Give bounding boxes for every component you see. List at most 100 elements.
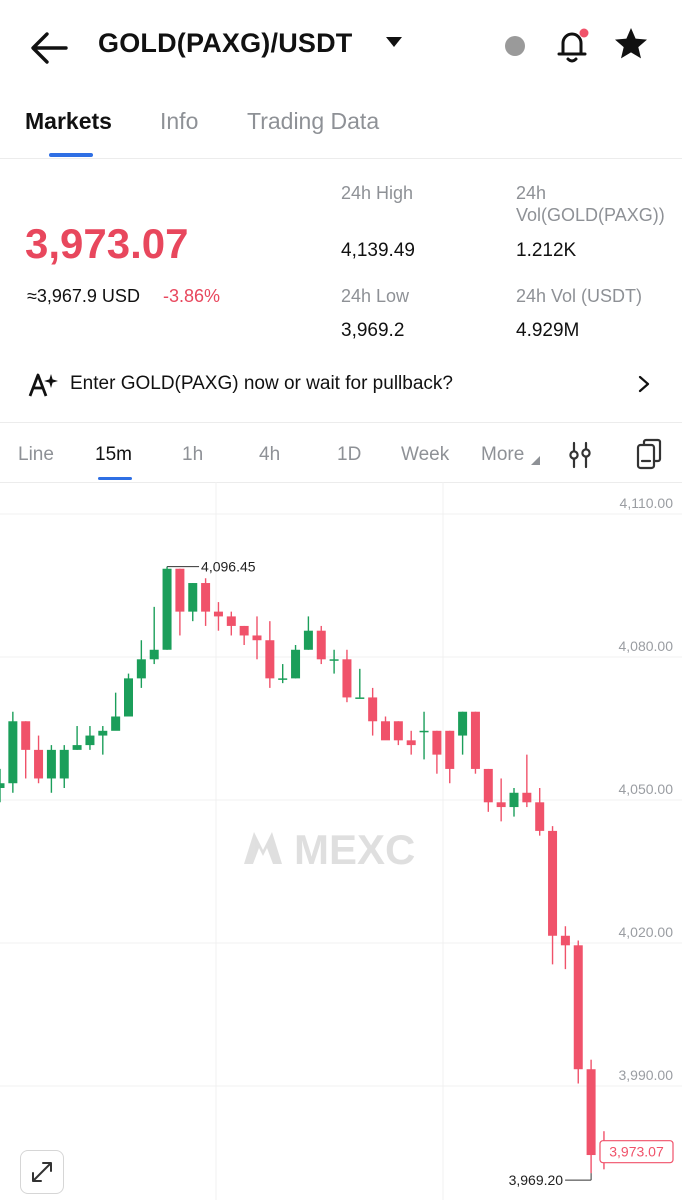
- pair-title[interactable]: GOLD(PAXG)/USDT: [98, 28, 353, 59]
- tab-trading-data[interactable]: Trading Data: [247, 108, 379, 135]
- candle: [406, 730, 416, 755]
- candle: [59, 745, 69, 788]
- candle-body: [329, 659, 339, 661]
- vol-base-label-line2: Vol(GOLD(PAXG)): [516, 205, 665, 225]
- interval-15m[interactable]: 15m: [95, 444, 132, 466]
- candle-body: [393, 721, 403, 741]
- interval-more[interactable]: More: [481, 444, 524, 466]
- candle: [458, 711, 468, 755]
- candle-body: [355, 697, 365, 699]
- candle: [560, 926, 570, 970]
- candle-body: [124, 678, 133, 717]
- candle-body: [188, 583, 198, 612]
- candle-body: [586, 1069, 596, 1156]
- candle-body: [303, 630, 313, 650]
- last-price: 3,973.07: [25, 220, 189, 267]
- candle-body: [34, 749, 44, 779]
- candle-body: [535, 802, 545, 831]
- ai-insight-banner[interactable]: Enter GOLD(PAXG) now or wait for pullbac…: [0, 356, 682, 412]
- candle: [316, 625, 326, 665]
- candle: [432, 730, 442, 774]
- candle-body: [419, 730, 429, 733]
- candle-body: [458, 711, 468, 736]
- candle: [85, 726, 95, 750]
- high-label: 24h High: [341, 183, 414, 203]
- low-value: 3,969.2: [341, 320, 405, 341]
- vol-base-value: 1.212K: [516, 240, 577, 261]
- low-label: 24h Low: [341, 286, 410, 306]
- candle: [0, 768, 5, 803]
- expand-icon: [32, 1162, 52, 1182]
- candle-body: [72, 745, 82, 750]
- high-marker-label: 4,096.45: [201, 559, 256, 575]
- candle-body: [46, 749, 56, 779]
- vol-base-label-line1: 24h: [516, 183, 547, 203]
- candle: [303, 616, 313, 650]
- star-icon[interactable]: [613, 26, 649, 62]
- candle: [239, 625, 249, 645]
- candle-body: [239, 625, 249, 636]
- candle-body: [406, 740, 416, 746]
- tab-info[interactable]: Info: [160, 108, 198, 135]
- candle: [46, 745, 56, 793]
- candle-body: [136, 659, 146, 679]
- bell-icon[interactable]: [554, 26, 590, 66]
- candle: [548, 826, 558, 965]
- candle-body: [111, 716, 121, 731]
- candle: [535, 788, 545, 836]
- candle-body: [496, 802, 506, 808]
- candle-body: [265, 640, 275, 679]
- interval-1d[interactable]: 1D: [337, 444, 361, 466]
- candle: [111, 692, 121, 731]
- candle: [149, 606, 159, 665]
- candle: [509, 788, 519, 817]
- candle: [226, 611, 236, 636]
- candle-body: [316, 630, 326, 660]
- interval-1h[interactable]: 1h: [182, 444, 203, 466]
- divider: [0, 158, 682, 159]
- back-arrow-icon[interactable]: [28, 28, 70, 68]
- interval-4h[interactable]: 4h: [259, 444, 280, 466]
- price-change-percent: -3.86%: [163, 286, 221, 306]
- interval-line[interactable]: Line: [18, 444, 54, 466]
- candle-body: [98, 730, 108, 736]
- candle: [175, 568, 185, 636]
- candlestick-chart[interactable]: 4,110.00 4,080.00 4,050.00 4,020.00 3,990.00…: [0, 482, 682, 1200]
- candle: [522, 754, 532, 808]
- ai-sparkle-icon: [28, 373, 58, 397]
- active-interval-indicator: [98, 477, 132, 480]
- interval-week[interactable]: Week: [401, 444, 449, 466]
- high-value: 4,139.49: [341, 240, 415, 261]
- caret-down-icon[interactable]: [385, 36, 403, 48]
- low-marker-label: 3,969.20: [509, 1172, 564, 1188]
- candle: [136, 640, 146, 688]
- candle: [393, 721, 403, 746]
- fullscreen-button[interactable]: [20, 1150, 64, 1194]
- indicator-settings-icon[interactable]: [567, 440, 593, 470]
- candle-body: [85, 735, 95, 746]
- candle: [342, 649, 352, 703]
- y-tick-label: 4,080.00: [619, 638, 674, 654]
- candle: [419, 711, 429, 760]
- candle: [21, 721, 31, 779]
- watermark-text: MEXC: [294, 826, 415, 873]
- candle: [381, 716, 390, 741]
- active-tab-indicator: [49, 153, 93, 157]
- tab-markets[interactable]: Markets: [25, 108, 112, 135]
- candle-body: [522, 792, 532, 803]
- candle: [470, 711, 480, 774]
- candle-body: [21, 721, 31, 750]
- candle: [8, 711, 18, 793]
- y-tick-label: 4,050.00: [619, 781, 674, 797]
- candle: [34, 735, 44, 784]
- candle-body: [509, 792, 519, 808]
- candle: [483, 768, 493, 812]
- candle-body: [0, 783, 5, 788]
- candle-body: [342, 659, 352, 698]
- candle-body: [381, 721, 390, 741]
- copy-trade-icon[interactable]: [634, 437, 664, 471]
- candle-body: [213, 611, 223, 617]
- candle: [188, 583, 198, 622]
- y-tick-label: 4,110.00: [620, 495, 674, 511]
- candle: [98, 726, 108, 755]
